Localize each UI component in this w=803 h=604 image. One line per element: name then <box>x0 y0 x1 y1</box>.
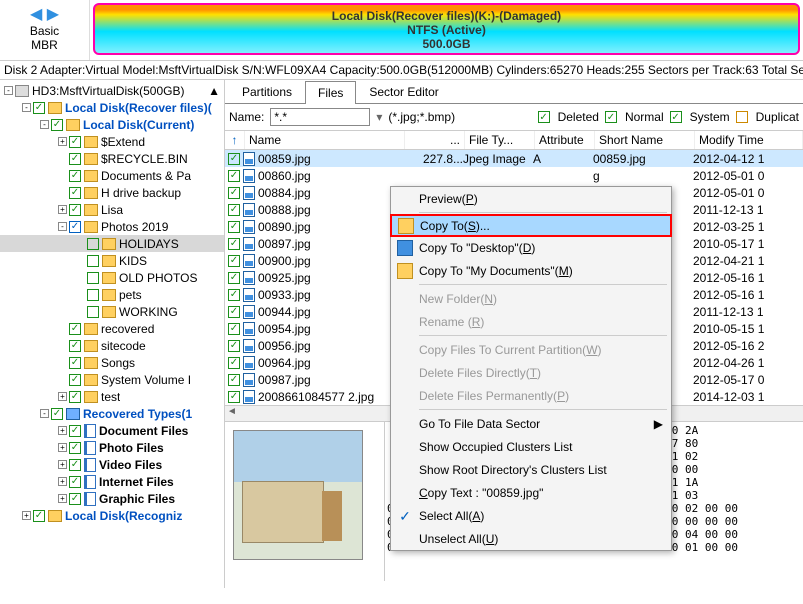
col-name[interactable]: Name <box>245 131 405 149</box>
context-menu-item[interactable]: Preview(P) <box>391 187 671 210</box>
context-menu-item[interactable]: Go To File Data Sector▶ <box>391 412 671 435</box>
col-size[interactable]: ... <box>405 131 465 149</box>
partition-banner[interactable]: Local Disk(Recover files)(K:)-(Damaged) … <box>93 3 800 55</box>
chk-icon: ✓ <box>397 508 413 524</box>
preview-image <box>233 430 363 560</box>
context-menu-item: Delete Files Permanently(P) <box>391 384 671 407</box>
chk-deleted[interactable]: ✓ <box>538 111 550 123</box>
filter-name-input[interactable] <box>270 108 370 126</box>
context-menu-item[interactable]: Copy To(S)... <box>390 214 672 237</box>
tree-item[interactable]: ✓$RECYCLE.BIN <box>0 150 224 167</box>
image-file-icon <box>243 339 255 353</box>
image-file-icon <box>243 152 255 166</box>
image-file-icon <box>243 322 255 336</box>
chk-duplicate[interactable] <box>736 111 748 123</box>
tab-files[interactable]: Files <box>305 81 356 104</box>
tree-item[interactable]: +✓Video Files <box>0 456 224 473</box>
tree-item[interactable]: -HD3:MsftVirtualDisk(500GB) ▲ <box>0 82 224 99</box>
directory-tree[interactable]: -HD3:MsftVirtualDisk(500GB) ▲-✓Local Dis… <box>0 80 225 588</box>
context-menu-item: Rename (R) <box>391 310 671 333</box>
file-row[interactable]: ✓00860.jpgg2012-05-01 0 <box>225 167 803 184</box>
banner-title: Local Disk(Recover files)(K:)-(Damaged) <box>95 9 798 23</box>
blue-icon <box>397 240 413 256</box>
preview-thumbnail-pane <box>225 422 385 581</box>
context-menu-item[interactable]: Copy Text : "00859.jpg" <box>391 481 671 504</box>
context-menu-item[interactable]: Copy To "My Documents"(M) <box>391 259 671 282</box>
file-row[interactable]: ✓00859.jpg227.8...Jpeg ImageA00859.jpg20… <box>225 150 803 167</box>
image-file-icon <box>243 390 255 404</box>
context-menu-item[interactable]: ✓Select All(A) <box>391 504 671 527</box>
chk-normal[interactable]: ✓ <box>605 111 617 123</box>
image-file-icon <box>243 288 255 302</box>
disk-basic-label: Basic <box>4 24 85 38</box>
tree-item[interactable]: HOLIDAYS <box>0 235 224 252</box>
context-menu-item[interactable]: Unselect All(U) <box>391 527 671 550</box>
tree-item[interactable]: +✓test <box>0 388 224 405</box>
tree-item[interactable]: +✓Document Files <box>0 422 224 439</box>
image-file-icon <box>243 220 255 234</box>
column-headers[interactable]: ↑ Name ... File Ty... Attribute Short Na… <box>225 131 803 150</box>
tree-item[interactable]: ✓System Volume I <box>0 371 224 388</box>
tree-item[interactable]: +✓Photo Files <box>0 439 224 456</box>
image-file-icon <box>243 203 255 217</box>
filter-ext-label: (*.jpg;*.bmp) <box>388 110 455 124</box>
tree-item[interactable]: -✓Local Disk(Recover files)( <box>0 99 224 116</box>
col-filetype[interactable]: File Ty... <box>465 131 535 149</box>
tree-item[interactable]: KIDS <box>0 252 224 269</box>
disk-mode-panel: ◀ ▶ Basic MBR <box>0 0 90 60</box>
filter-name-label: Name: <box>229 110 264 124</box>
tree-item[interactable]: ✓Documents & Pa <box>0 167 224 184</box>
tab-partitions[interactable]: Partitions <box>229 80 305 103</box>
nav-arrows[interactable]: ◀ ▶ <box>4 4 85 24</box>
tree-item[interactable]: ✓recovered <box>0 320 224 337</box>
context-menu-item: Delete Files Directly(T) <box>391 361 671 384</box>
filter-bar: Name: ▾ (*.jpg;*.bmp) ✓Deleted ✓Normal ✓… <box>225 104 803 131</box>
tree-item[interactable]: +✓Graphic Files <box>0 490 224 507</box>
context-menu-item: New Folder(N) <box>391 287 671 310</box>
tree-item[interactable]: +✓$Extend <box>0 133 224 150</box>
banner-size: 500.0GB <box>95 37 798 51</box>
image-file-icon <box>243 237 255 251</box>
col-cb[interactable]: ↑ <box>225 131 245 149</box>
context-menu-item[interactable]: Show Root Directory's Clusters List <box>391 458 671 481</box>
context-menu-item: Copy Files To Current Partition(W) <box>391 338 671 361</box>
col-attribute[interactable]: Attribute <box>535 131 595 149</box>
context-menu-item[interactable]: Copy To "Desktop"(D) <box>391 236 671 259</box>
image-file-icon <box>243 271 255 285</box>
tree-item[interactable]: -✓Photos 2019 <box>0 218 224 235</box>
image-file-icon <box>243 356 255 370</box>
tree-item[interactable]: pets <box>0 286 224 303</box>
tree-item[interactable]: +✓Internet Files <box>0 473 224 490</box>
image-file-icon <box>243 186 255 200</box>
disk-mbr-label: MBR <box>4 38 85 52</box>
context-menu-item[interactable]: Show Occupied Clusters List <box>391 435 671 458</box>
col-shortname[interactable]: Short Name <box>595 131 695 149</box>
tree-item[interactable]: ✓Songs <box>0 354 224 371</box>
col-modifytime[interactable]: Modify Time <box>695 131 803 149</box>
chk-system[interactable]: ✓ <box>670 111 682 123</box>
tree-item[interactable]: ✓sitecode <box>0 337 224 354</box>
tree-item[interactable]: WORKING <box>0 303 224 320</box>
image-file-icon <box>243 373 255 387</box>
image-file-icon <box>243 305 255 319</box>
tree-item[interactable]: -✓Recovered Types(1 <box>0 405 224 422</box>
fold-icon <box>397 263 413 279</box>
tree-item[interactable]: -✓Local Disk(Current) <box>0 116 224 133</box>
tree-item[interactable]: +✓Local Disk(Recogniz <box>0 507 224 524</box>
fold-icon <box>398 218 414 234</box>
tree-item[interactable]: OLD PHOTOS <box>0 269 224 286</box>
tree-item[interactable]: +✓Lisa <box>0 201 224 218</box>
tree-item[interactable]: ✓H drive backup <box>0 184 224 201</box>
tab-bar: Partitions Files Sector Editor <box>225 80 803 104</box>
disk-info-bar: Disk 2 Adapter:Virtual Model:MsftVirtual… <box>0 60 803 80</box>
context-menu[interactable]: Preview(P) Copy To(S)...Copy To "Desktop"… <box>390 186 672 551</box>
image-file-icon <box>243 254 255 268</box>
banner-fs: NTFS (Active) <box>95 23 798 37</box>
image-file-icon <box>243 169 255 183</box>
tab-sector-editor[interactable]: Sector Editor <box>356 80 451 103</box>
